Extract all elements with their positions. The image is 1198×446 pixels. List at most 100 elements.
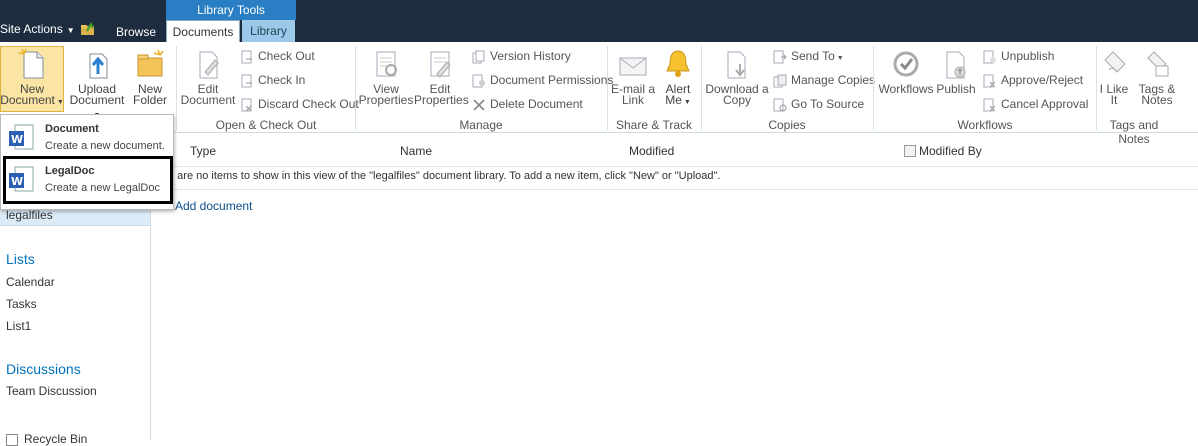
i-like-it-button[interactable]: I Like It — [1096, 48, 1132, 106]
cancel-approval-button[interactable]: Cancel Approval — [983, 95, 1088, 113]
alert-me-button[interactable]: Alert Me ▼ — [658, 48, 698, 108]
email-icon — [619, 57, 647, 76]
group-separator — [176, 46, 177, 130]
view-properties-button[interactable]: View Properties — [358, 48, 414, 106]
workflows-label: Workflows — [878, 82, 934, 96]
group-label-open-checkout: Open & Check Out — [215, 118, 317, 132]
nav-item-tasks[interactable]: Tasks — [6, 297, 37, 311]
check-out-label: Check Out — [258, 49, 315, 63]
navigate-up-icon[interactable] — [80, 22, 96, 36]
row-divider — [151, 189, 1198, 190]
approve-reject-button[interactable]: Approve/Reject — [983, 71, 1083, 89]
library-tools-label: Library Tools — [166, 0, 296, 20]
dropdown-item-title: Document — [45, 123, 99, 135]
recycle-bin-label: Recycle Bin — [24, 432, 88, 446]
document-permissions-label: Document Permissions — [490, 73, 614, 87]
svg-text:W: W — [11, 133, 23, 146]
column-header-name[interactable]: Name — [400, 144, 432, 158]
nav-heading-lists[interactable]: Lists — [6, 251, 35, 267]
select-all-checkbox[interactable] — [904, 145, 916, 157]
delete-document-button[interactable]: Delete Document — [472, 95, 583, 113]
chevron-down-icon: ▼ — [681, 99, 691, 106]
edit-properties-label-2: Properties — [414, 93, 469, 107]
go-to-source-label: Go To Source — [791, 97, 865, 111]
download-icon — [727, 51, 746, 79]
send-to-button[interactable]: Send To ▼ — [773, 47, 844, 65]
legaldoc-highlight-box — [3, 156, 173, 204]
workflows-icon — [893, 51, 919, 77]
nav-item-list1[interactable]: List1 — [6, 319, 31, 333]
unpublish-label: Unpublish — [1001, 49, 1055, 63]
group-label-manage: Manage — [459, 118, 503, 132]
workflows-button[interactable]: Workflows — [877, 48, 935, 95]
discard-check-out-label: Discard Check Out — [258, 97, 359, 111]
download-copy-button[interactable]: Download a Copy — [704, 48, 770, 106]
email-link-button[interactable]: E-mail a Link — [610, 48, 656, 106]
nav-item-team-discussion[interactable]: Team Discussion — [6, 384, 97, 398]
group-label-tags-notes: Tags and Notes — [1109, 118, 1159, 146]
group-separator — [873, 46, 874, 130]
delete-document-label: Delete Document — [490, 97, 583, 111]
new-folder-label-2: Folder — [132, 93, 167, 107]
column-header-modified[interactable]: Modified — [629, 144, 674, 158]
column-header-modified-by[interactable]: Modified By — [919, 144, 982, 158]
check-out-icon — [241, 50, 252, 64]
tags-notes-button[interactable]: Tags & Notes — [1136, 48, 1178, 106]
header-divider — [151, 166, 1198, 167]
tab-documents[interactable]: Documents — [166, 20, 240, 42]
manage-copies-label: Manage Copies — [791, 73, 876, 87]
edit-document-label-2: Document — [180, 93, 236, 107]
chevron-down-icon: ▼ — [54, 99, 64, 106]
approve-reject-icon — [983, 74, 996, 88]
add-document-link[interactable]: Add document — [175, 199, 252, 213]
view-properties-label-2: Properties — [358, 93, 414, 107]
column-header-type[interactable]: Type — [190, 144, 216, 158]
word-document-icon: W — [9, 124, 34, 150]
unpublish-button[interactable]: Unpublish — [983, 47, 1054, 65]
nav-heading-discussions[interactable]: Discussions — [6, 361, 81, 377]
edit-document-icon — [199, 51, 219, 79]
version-history-button[interactable]: Version History — [472, 47, 571, 65]
site-actions-menu[interactable]: Site Actions ▼ — [0, 22, 75, 36]
nav-item-legalfiles[interactable]: legalfiles — [6, 208, 53, 222]
edit-document-button[interactable]: Edit Document — [180, 48, 236, 106]
document-permissions-button[interactable]: Document Permissions — [472, 71, 613, 89]
new-folder-button[interactable]: New Folder — [128, 48, 172, 106]
go-to-source-icon — [773, 98, 787, 112]
new-document-icon — [18, 48, 44, 79]
go-to-source-button[interactable]: Go To Source — [773, 95, 864, 113]
approve-reject-label: Approve/Reject — [1001, 73, 1084, 87]
publish-icon — [946, 51, 966, 79]
publish-button[interactable]: Publish — [936, 48, 976, 95]
empty-list-message: e are no items to show in this view of t… — [168, 170, 721, 182]
new-document-button[interactable]: New Document ▼ — [0, 48, 64, 108]
discard-check-out-icon — [241, 98, 252, 112]
dropdown-item-subtitle: Create a new document. — [45, 140, 165, 152]
check-in-icon — [241, 74, 252, 88]
chevron-down-icon: ▼ — [66, 26, 75, 35]
edit-properties-icon — [430, 51, 451, 78]
edit-properties-button[interactable]: Edit Properties — [414, 48, 469, 107]
upload-document-button[interactable]: Upload Document ▼ — [68, 48, 126, 121]
recycle-bin-link[interactable]: Recycle Bin — [6, 432, 87, 446]
chevron-down-icon: ▼ — [834, 55, 844, 62]
nav-item-calendar[interactable]: Calendar — [6, 275, 55, 289]
tab-browse[interactable]: Browse — [116, 25, 156, 39]
discard-check-out-button[interactable]: Discard Check Out — [240, 95, 359, 113]
check-in-label: Check In — [258, 73, 306, 87]
download-copy-label-2: Copy — [722, 93, 751, 107]
cancel-approval-label: Cancel Approval — [1001, 97, 1089, 111]
view-properties-icon — [376, 51, 397, 77]
check-in-button[interactable]: Check In — [240, 71, 305, 89]
manage-copies-button[interactable]: Manage Copies — [773, 71, 875, 89]
group-label-copies: Copies — [768, 118, 806, 132]
tab-library[interactable]: Library — [242, 20, 295, 42]
group-label-share-track: Share & Track — [615, 118, 693, 132]
version-history-icon — [472, 50, 485, 64]
manage-copies-icon — [773, 74, 787, 88]
cancel-approval-icon — [983, 98, 996, 112]
check-out-button[interactable]: Check Out — [240, 47, 315, 65]
dropdown-item-document[interactable]: W Document Create a new document. — [1, 117, 171, 161]
publish-label: Publish — [936, 82, 976, 96]
tags-notes-icon — [1147, 51, 1169, 77]
